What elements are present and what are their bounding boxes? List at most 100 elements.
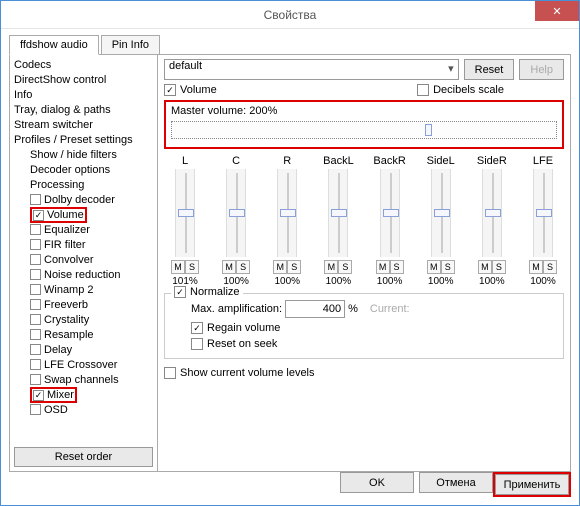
regain-checkbox[interactable] <box>191 322 203 334</box>
tree-item[interactable]: Volume <box>12 207 155 222</box>
solo-button[interactable]: S <box>185 260 199 274</box>
tree-item[interactable]: Info <box>12 87 155 102</box>
tree-label: Show / hide filters <box>30 149 117 161</box>
channel-thumb[interactable] <box>434 209 450 217</box>
tree-item[interactable]: Codecs <box>12 57 155 72</box>
ok-button[interactable]: OK <box>340 472 414 493</box>
master-volume-group: Master volume: 200% <box>164 100 564 149</box>
channel-thumb[interactable] <box>178 209 194 217</box>
master-volume-slider[interactable] <box>171 121 557 139</box>
tree-item[interactable]: OSD <box>12 402 155 417</box>
tree-item[interactable]: Dolby decoder <box>12 192 155 207</box>
solo-button[interactable]: S <box>441 260 455 274</box>
tree-item[interactable]: Winamp 2 <box>12 282 155 297</box>
tree-checkbox[interactable] <box>30 254 41 265</box>
reset-order-button[interactable]: Reset order <box>14 447 153 467</box>
mute-button[interactable]: M <box>324 260 338 274</box>
channel-slider[interactable] <box>175 169 195 257</box>
tree-label: Processing <box>30 179 84 191</box>
tree-item[interactable]: Show / hide filters <box>12 147 155 162</box>
show-levels-checkbox[interactable] <box>164 367 176 379</box>
ms-buttons: MS <box>522 260 564 274</box>
master-volume-thumb[interactable] <box>425 124 432 136</box>
channel-backr: BackRMS100% <box>369 155 411 287</box>
channel-slider[interactable] <box>328 169 348 257</box>
tree-item[interactable]: Mixer <box>12 387 155 402</box>
tree-item[interactable]: Crystality <box>12 312 155 327</box>
solo-button[interactable]: S <box>287 260 301 274</box>
tree-item[interactable]: LFE Crossover <box>12 357 155 372</box>
mute-button[interactable]: M <box>222 260 236 274</box>
tree-label: Delay <box>44 344 72 356</box>
tree-item[interactable]: Equalizer <box>12 222 155 237</box>
tree-item[interactable]: Convolver <box>12 252 155 267</box>
solo-button[interactable]: S <box>390 260 404 274</box>
channel-value: 100% <box>369 276 411 287</box>
mute-button[interactable]: M <box>171 260 185 274</box>
tree-checkbox[interactable] <box>30 284 41 295</box>
tree-item[interactable]: Resample <box>12 327 155 342</box>
reset-button[interactable]: Reset <box>464 59 515 80</box>
tree-item[interactable]: Swap channels <box>12 372 155 387</box>
channel-slider[interactable] <box>226 169 246 257</box>
channel-thumb[interactable] <box>485 209 501 217</box>
tree-item[interactable]: DirectShow control <box>12 72 155 87</box>
channel-thumb[interactable] <box>383 209 399 217</box>
mute-button[interactable]: M <box>376 260 390 274</box>
tree-checkbox[interactable] <box>30 374 41 385</box>
tree-checkbox[interactable] <box>33 390 44 401</box>
channel-thumb[interactable] <box>280 209 296 217</box>
solo-button[interactable]: S <box>543 260 557 274</box>
tree-item[interactable]: Delay <box>12 342 155 357</box>
tree-checkbox[interactable] <box>30 239 41 250</box>
tree-checkbox[interactable] <box>30 269 41 280</box>
apply-button[interactable]: Применить <box>495 474 569 495</box>
channel-slider[interactable] <box>277 169 297 257</box>
reset-seek-checkbox[interactable] <box>191 338 203 350</box>
tree-checkbox[interactable] <box>30 194 41 205</box>
tree-item[interactable]: Tray, dialog & paths <box>12 102 155 117</box>
cancel-button[interactable]: Отмена <box>419 472 493 493</box>
decibels-checkbox[interactable] <box>417 84 429 96</box>
mute-button[interactable]: M <box>478 260 492 274</box>
tree-checkbox[interactable] <box>30 344 41 355</box>
mute-button[interactable]: M <box>427 260 441 274</box>
tab-pin-info[interactable]: Pin Info <box>101 35 160 55</box>
tree-checkbox[interactable] <box>33 210 44 221</box>
channel-thumb[interactable] <box>536 209 552 217</box>
tree-item[interactable]: Freeverb <box>12 297 155 312</box>
channel-slider[interactable] <box>431 169 451 257</box>
tree-checkbox[interactable] <box>30 314 41 325</box>
channel-slider[interactable] <box>482 169 502 257</box>
tree-item[interactable]: FIR filter <box>12 237 155 252</box>
channel-thumb[interactable] <box>229 209 245 217</box>
filter-tree[interactable]: CodecsDirectShow controlInfoTray, dialog… <box>12 57 155 444</box>
volume-checkbox[interactable] <box>164 84 176 96</box>
tree-checkbox[interactable] <box>30 404 41 415</box>
tree-item[interactable]: Stream switcher <box>12 117 155 132</box>
max-amp-input[interactable] <box>285 300 345 318</box>
help-button[interactable]: Help <box>519 59 564 80</box>
tab-ffdshow-audio[interactable]: ffdshow audio <box>9 35 99 55</box>
tree-checkbox[interactable] <box>30 224 41 235</box>
channel-slider[interactable] <box>380 169 400 257</box>
tree-checkbox[interactable] <box>30 299 41 310</box>
mute-button[interactable]: M <box>273 260 287 274</box>
content-area: ffdshow audio Pin Info CodecsDirectShow … <box>1 29 579 472</box>
channel-thumb[interactable] <box>331 209 347 217</box>
tree-item[interactable]: Decoder options <box>12 162 155 177</box>
solo-button[interactable]: S <box>236 260 250 274</box>
tree-item[interactable]: Processing <box>12 177 155 192</box>
close-button[interactable]: ✕ <box>535 1 579 21</box>
solo-button[interactable]: S <box>338 260 352 274</box>
preset-select[interactable]: default <box>164 59 459 80</box>
tree-checkbox[interactable] <box>30 359 41 370</box>
solo-button[interactable]: S <box>492 260 506 274</box>
preset-value: default <box>169 60 202 72</box>
tree-item[interactable]: Profiles / Preset settings <box>12 132 155 147</box>
mute-button[interactable]: M <box>529 260 543 274</box>
tree-checkbox[interactable] <box>30 329 41 340</box>
normalize-checkbox[interactable] <box>174 286 186 298</box>
tree-item[interactable]: Noise reduction <box>12 267 155 282</box>
channel-slider[interactable] <box>533 169 553 257</box>
